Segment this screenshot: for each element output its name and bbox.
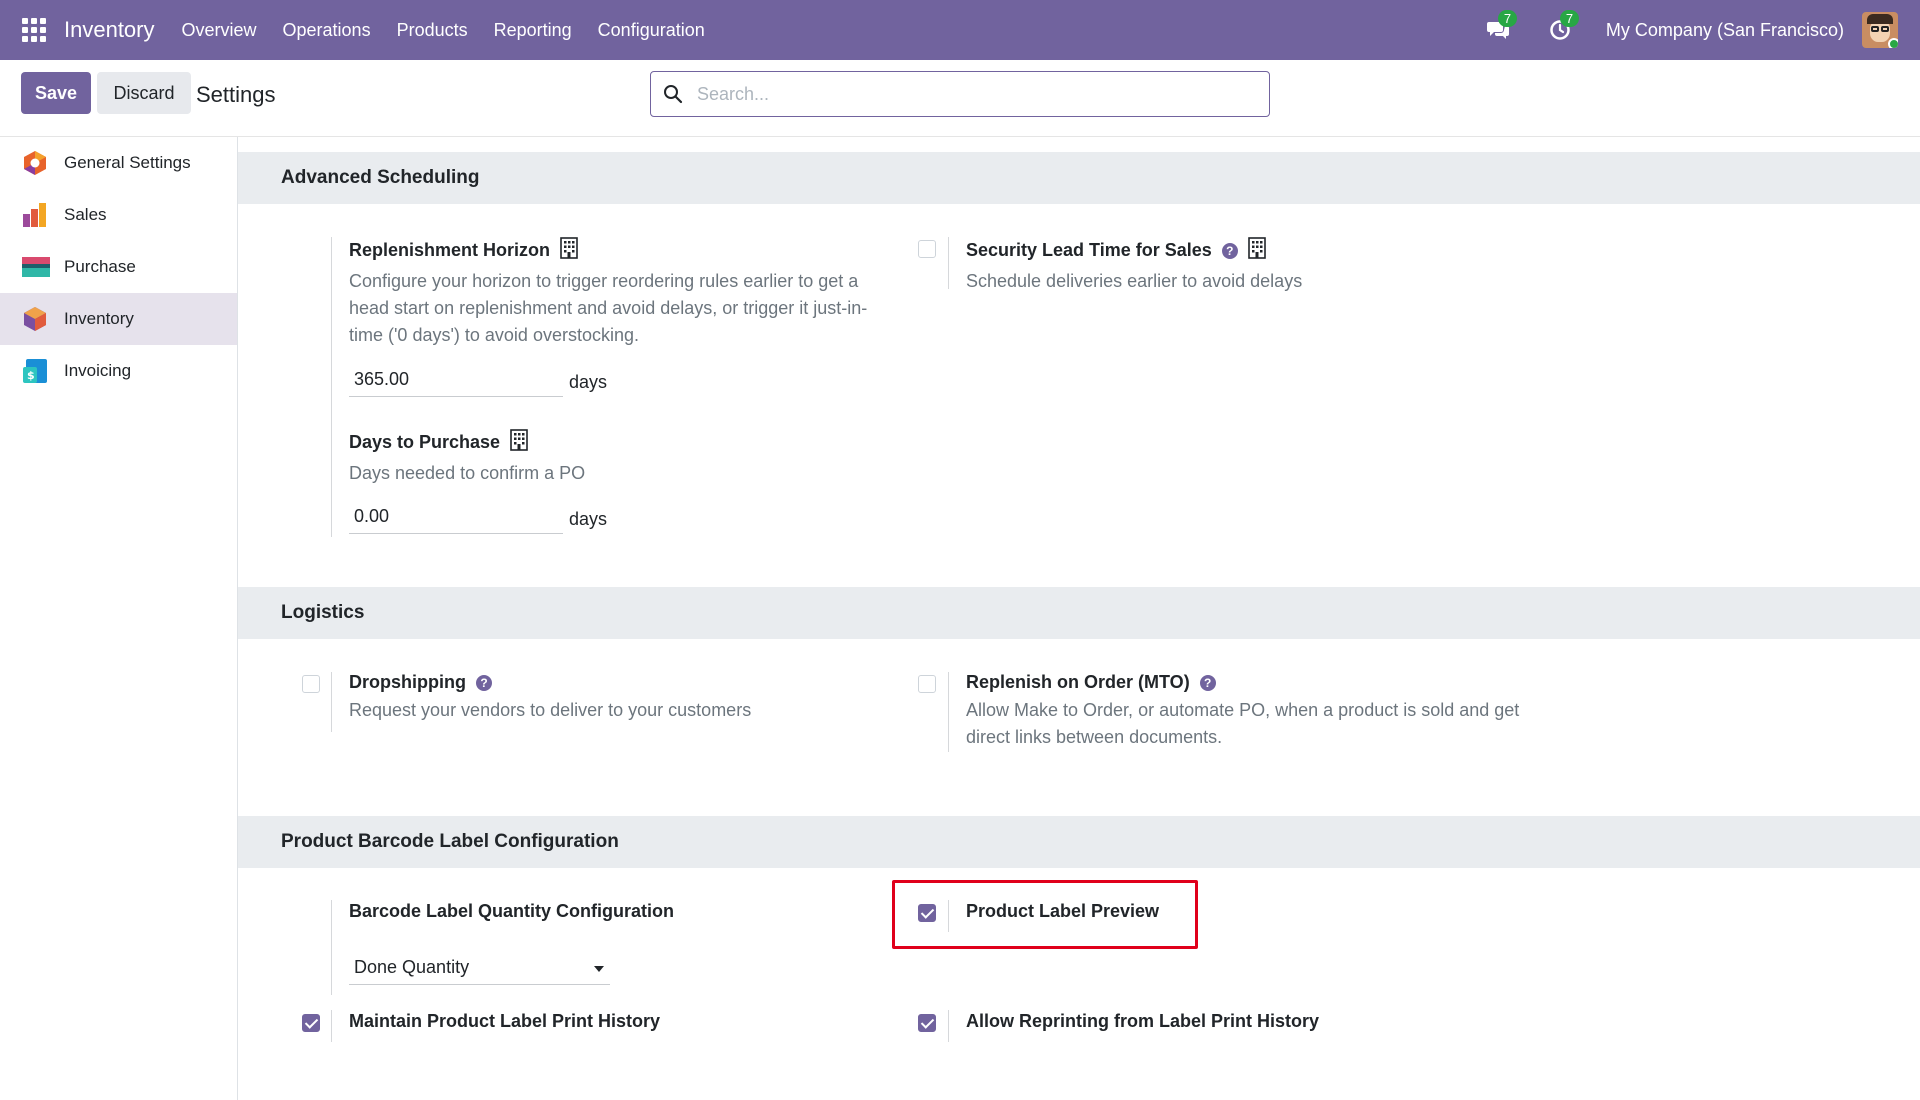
sidebar-item-inventory[interactable]: Inventory	[0, 293, 237, 345]
section-header-barcode-label: Product Barcode Label Configuration	[238, 816, 1920, 868]
select-value: Done Quantity	[354, 957, 470, 977]
page-title: Settings	[196, 82, 276, 107]
sidebar-item-invoicing[interactable]: $ Invoicing	[0, 345, 237, 397]
setting-label-print-history: Maintain Product Label Print History	[349, 1011, 889, 1032]
sidebar-item-label: Purchase	[64, 257, 136, 276]
messages-count-badge: 7	[1497, 10, 1518, 27]
company-switcher[interactable]: My Company (San Francisco)	[1606, 20, 1844, 41]
setting-title: Maintain Product Label Print History	[349, 1011, 661, 1031]
messages-button[interactable]: 7	[1482, 10, 1518, 46]
label-print-history-checkbox[interactable]	[302, 1014, 320, 1032]
barcode-qty-select[interactable]: Done Quantity	[349, 951, 610, 985]
sales-icon	[22, 202, 48, 228]
sidebar-item-sales[interactable]: Sales	[0, 189, 237, 241]
dropdown-caret-icon	[594, 966, 604, 972]
settings-content: Advanced Scheduling Replenishment Horizo…	[238, 137, 1920, 1100]
setting-replenishment-horizon: Replenishment Horizon Configure your hor…	[349, 237, 889, 349]
setting-allow-reprinting: Allow Reprinting from Label Print Histor…	[966, 1011, 1526, 1032]
setting-barcode-qty-config: Barcode Label Quantity Configuration	[349, 901, 889, 922]
setting-divider	[948, 900, 949, 932]
setting-dropshipping: Dropshipping ? Request your vendors to d…	[349, 672, 889, 724]
section-header-advanced-scheduling: Advanced Scheduling	[238, 152, 1920, 204]
sidebar-item-label: General Settings	[64, 153, 191, 172]
help-icon[interactable]: ?	[1199, 674, 1216, 691]
help-icon[interactable]: ?	[475, 674, 492, 691]
setting-days-to-purchase: Days to Purchase Days needed to confirm …	[349, 429, 889, 487]
setting-title: Replenish on Order (MTO)	[966, 672, 1190, 692]
menu-operations[interactable]: Operations	[283, 20, 371, 41]
unit-label: days	[569, 509, 608, 529]
days-to-purchase-input[interactable]: 0.00	[349, 500, 563, 534]
setting-replenish-on-order: Replenish on Order (MTO) ? Allow Make to…	[966, 672, 1526, 751]
setting-title: Barcode Label Quantity Configuration	[349, 901, 675, 921]
mto-checkbox[interactable]	[918, 675, 936, 693]
help-icon[interactable]: ?	[1221, 242, 1238, 259]
activities-button[interactable]: 7	[1544, 10, 1580, 46]
invoicing-icon: $	[22, 358, 48, 384]
sidebar-item-general-settings[interactable]: General Settings	[0, 137, 237, 189]
setting-title: Allow Reprinting from Label Print Histor…	[966, 1011, 1320, 1031]
setting-divider	[331, 237, 332, 537]
product-label-preview-checkbox[interactable]	[918, 904, 936, 922]
menu-configuration[interactable]: Configuration	[598, 20, 705, 41]
replenishment-horizon-input[interactable]: 365.00	[349, 363, 563, 397]
setting-description: Configure your horizon to trigger reorde…	[349, 271, 868, 345]
sidebar-item-purchase[interactable]: Purchase	[0, 241, 237, 293]
app-name[interactable]: Inventory	[64, 17, 155, 43]
setting-description: Allow Make to Order, or automate PO, whe…	[966, 700, 1520, 747]
setting-divider	[948, 1010, 949, 1042]
control-panel: Save Discard Settings	[0, 60, 1920, 137]
setting-title: Days to Purchase	[349, 432, 501, 452]
online-status-icon	[1888, 38, 1898, 48]
setting-title: Security Lead Time for Sales	[966, 240, 1212, 260]
menu-reporting[interactable]: Reporting	[494, 20, 572, 41]
dropshipping-checkbox[interactable]	[302, 675, 320, 693]
security-lead-time-checkbox[interactable]	[918, 240, 936, 258]
setting-product-label-preview: Product Label Preview	[966, 901, 1266, 922]
setting-description: Schedule deliveries earlier to avoid del…	[966, 271, 1303, 291]
settings-sidebar: General Settings Sales Purchase Inventor…	[0, 137, 238, 1100]
company-building-icon	[510, 429, 528, 456]
activities-count-badge: 7	[1559, 10, 1580, 27]
menu-products[interactable]: Products	[397, 20, 468, 41]
sidebar-item-label: Inventory	[64, 309, 134, 328]
setting-divider	[331, 672, 332, 732]
setting-divider	[948, 237, 949, 289]
search-icon	[664, 85, 683, 104]
save-button[interactable]: Save	[21, 72, 91, 114]
user-avatar[interactable]	[1862, 12, 1898, 48]
setting-description: Days needed to confirm a PO	[349, 463, 586, 483]
setting-title: Replenishment Horizon	[349, 240, 551, 260]
menu-overview[interactable]: Overview	[182, 20, 257, 41]
svg-text:$: $	[27, 369, 35, 382]
allow-reprinting-checkbox[interactable]	[918, 1014, 936, 1032]
setting-divider	[948, 672, 949, 752]
sidebar-item-label: Sales	[64, 205, 107, 224]
setting-divider	[331, 1010, 332, 1042]
app-menu-grid-icon[interactable]	[22, 18, 46, 42]
inventory-icon	[22, 306, 48, 332]
settings-search-box[interactable]	[650, 71, 1270, 117]
company-building-icon	[1247, 237, 1266, 264]
section-header-logistics: Logistics	[238, 587, 1920, 639]
setting-divider	[331, 900, 332, 995]
top-navbar: Inventory Overview Operations Products R…	[0, 0, 1920, 60]
unit-label: days	[569, 372, 608, 392]
setting-security-lead-time: Security Lead Time for Sales ? Schedule …	[966, 237, 1526, 295]
setting-title: Dropshipping	[349, 672, 466, 692]
setting-description: Request your vendors to deliver to your …	[349, 700, 752, 720]
sidebar-item-label: Invoicing	[64, 361, 132, 380]
discard-button[interactable]: Discard	[97, 72, 191, 114]
setting-title: Product Label Preview	[966, 901, 1160, 921]
general-settings-icon	[22, 150, 48, 176]
search-input[interactable]	[697, 83, 1257, 105]
company-building-icon	[560, 237, 578, 264]
purchase-icon	[22, 254, 50, 280]
